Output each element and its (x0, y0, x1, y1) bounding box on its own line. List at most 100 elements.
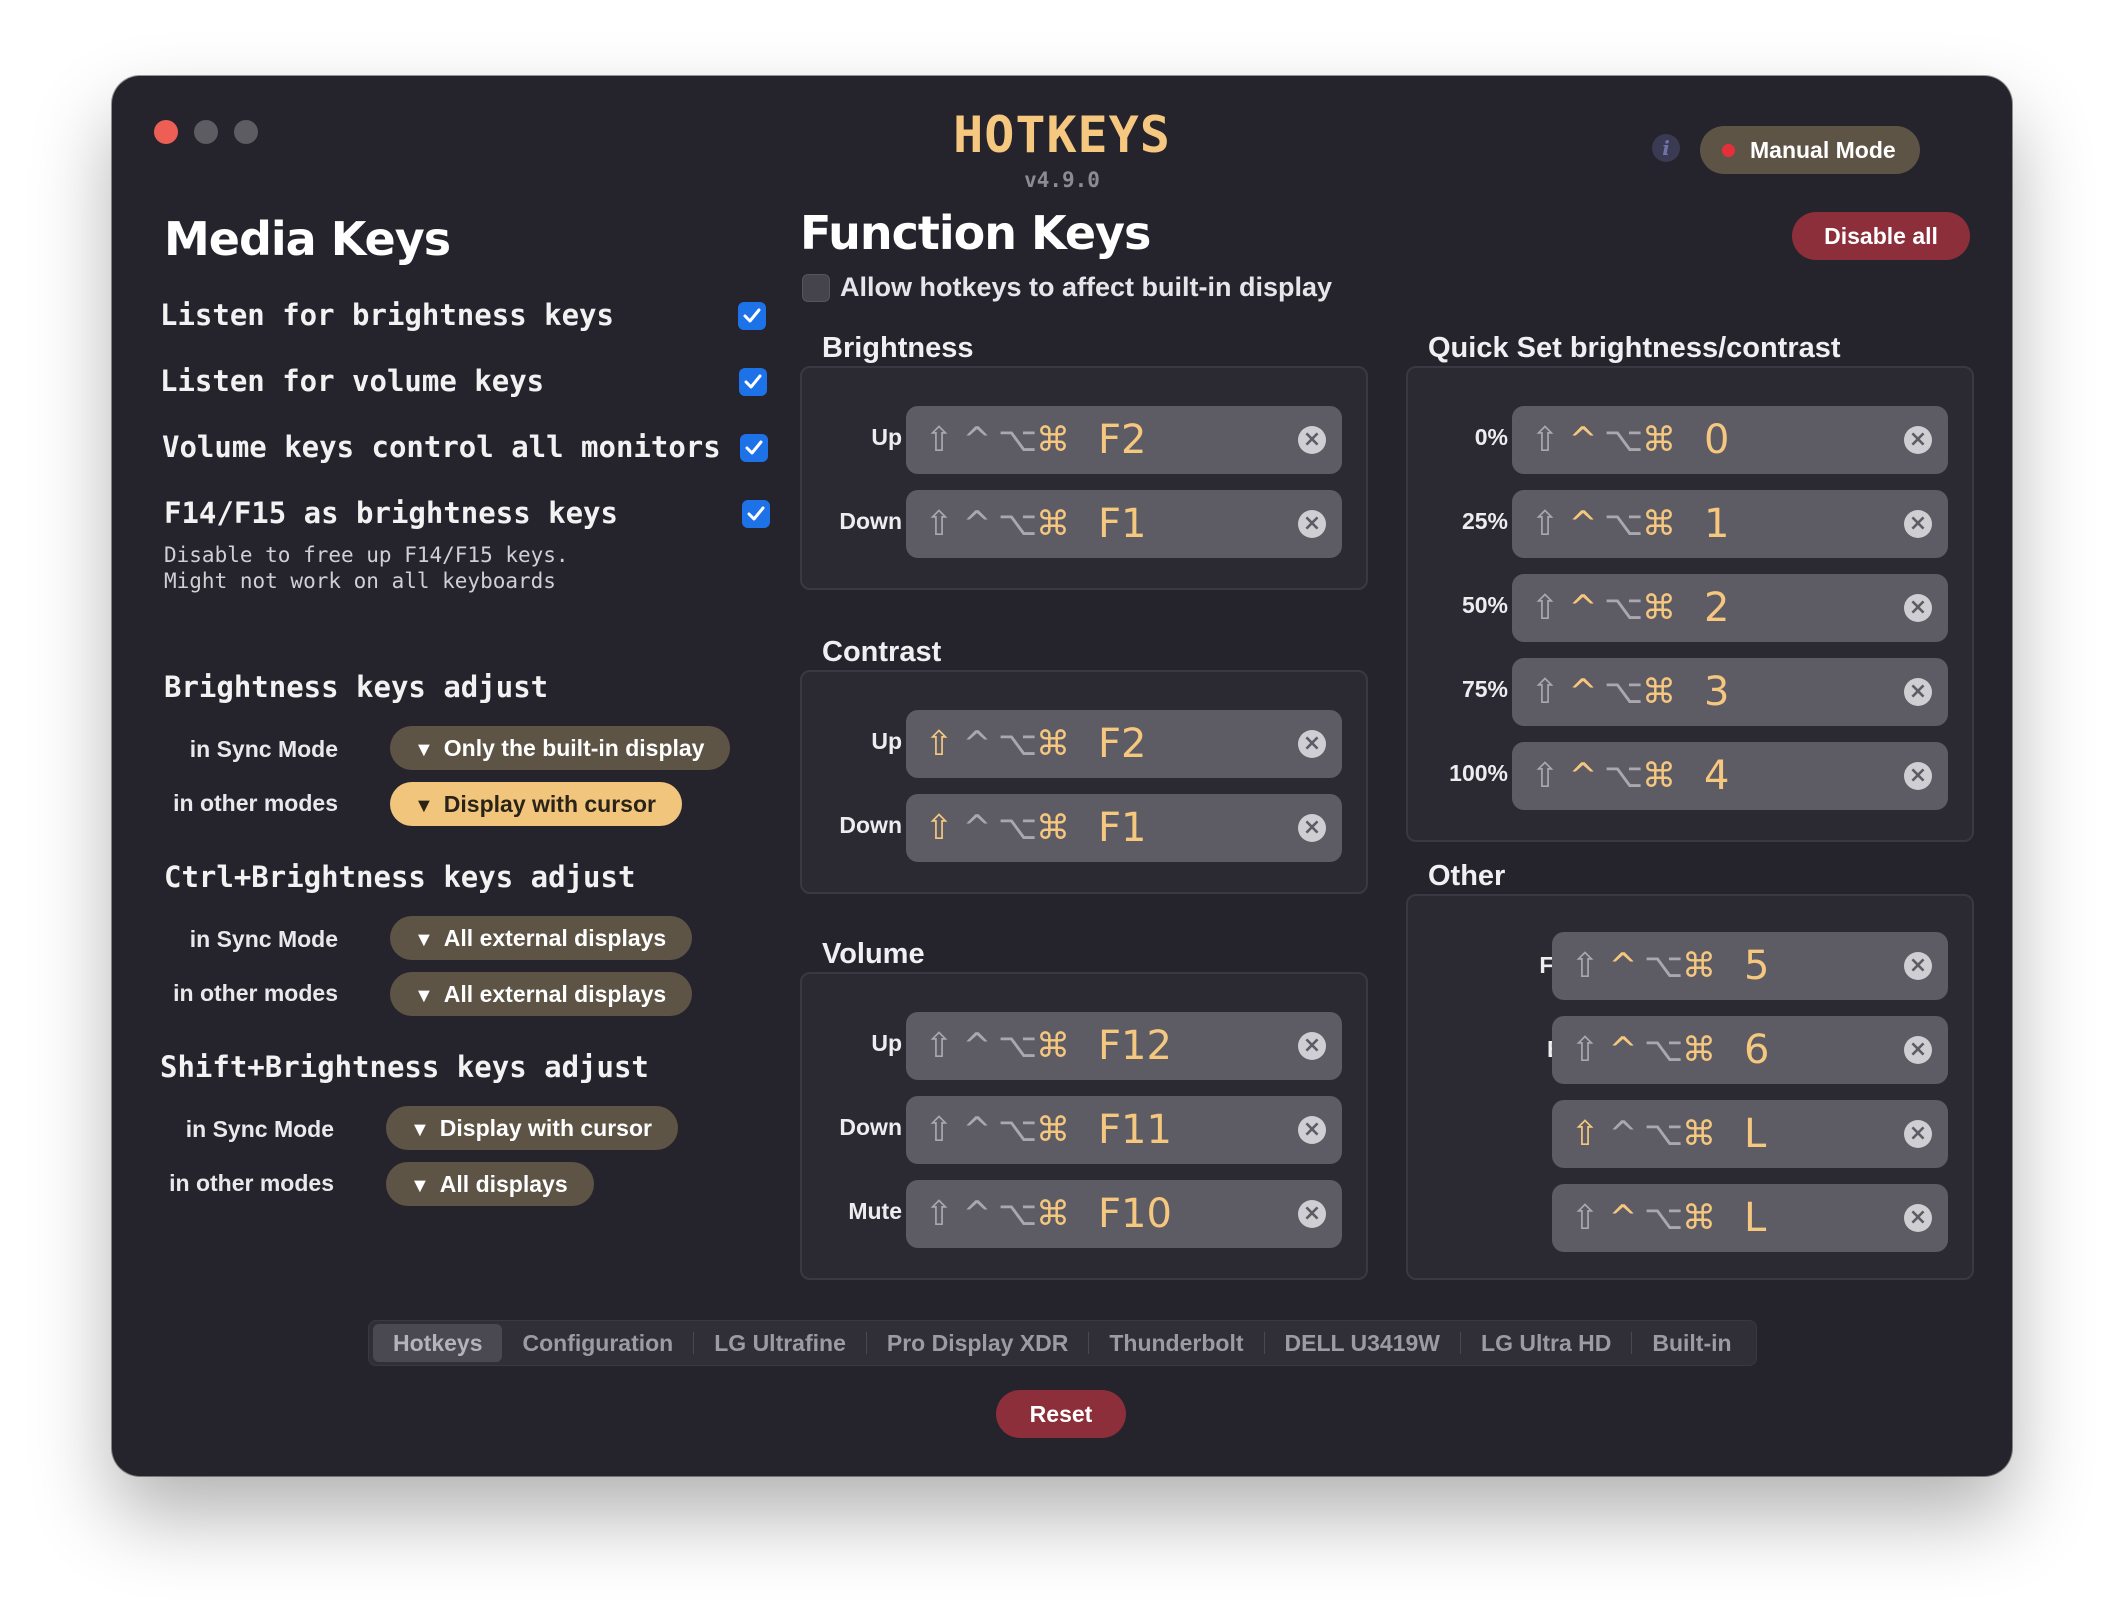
modifier-keys: ⇧ ^ ⌥ ⌘ (1528, 584, 1676, 632)
dropdown-value: All external displays (443, 925, 667, 951)
hotkey-contrast-down[interactable]: ⇧ ^ ⌥ ⌘ F1 × (906, 794, 1342, 862)
option-modifier-icon: ⌥ (1604, 672, 1644, 712)
command-modifier-icon: ⌘ (1036, 420, 1070, 460)
dropdown-arrow-icon: ▼ (414, 795, 434, 817)
tab-lg-ultra-hd[interactable]: LG Ultra HD (1461, 1324, 1631, 1362)
option-modifier-icon: ⌥ (998, 724, 1038, 764)
command-modifier-icon: ⌘ (1036, 724, 1070, 764)
hotkey-brightness-up[interactable]: ⇧ ^ ⌥ ⌘ F2 × (906, 406, 1342, 474)
hotkey-brightness-down[interactable]: ⇧ ^ ⌥ ⌘ F1 × (906, 490, 1342, 558)
ctrl-sync-dropdown[interactable]: ▼ All external displays (390, 916, 693, 960)
clear-hotkey-icon[interactable]: × (1904, 1204, 1932, 1232)
dropdown-value: Display with cursor (439, 1115, 652, 1141)
option-modifier-icon: ⌥ (998, 808, 1038, 848)
checkbox-volume-all-monitors[interactable] (740, 434, 768, 462)
modifier-keys: ⇧ ^ ⌥ ⌘ (1568, 1194, 1716, 1242)
shift-sync-dropdown[interactable]: ▼ Display with cursor (386, 1106, 678, 1150)
clear-hotkey-icon[interactable]: × (1298, 1116, 1326, 1144)
f14-note-line-2: Might not work on all keyboards (164, 569, 556, 593)
clear-hotkey-icon[interactable]: × (1904, 952, 1932, 980)
tab-dell-u3419w[interactable]: DELL U3419W (1265, 1324, 1461, 1362)
clear-hotkey-icon[interactable]: × (1298, 730, 1326, 758)
tab-lg-ultrafine[interactable]: LG Ultrafine (694, 1324, 866, 1362)
mode-status-dot-icon (1722, 144, 1735, 157)
ctrl-modifier-icon: ^ (962, 808, 992, 848)
ctrl-modifier-icon: ^ (1568, 756, 1598, 796)
option-modifier-icon: ⌥ (998, 420, 1038, 460)
checkbox-brightness-keys[interactable] (738, 302, 766, 330)
brightness-other-label: in other modes (173, 790, 338, 816)
shift-modifier-icon: ⇧ (1570, 1114, 1600, 1154)
info-icon[interactable]: i (1652, 134, 1680, 162)
shift-modifier-icon: ⇧ (924, 1026, 954, 1066)
hotkey-facelight[interactable]: ⇧ ^ ⌥ ⌘ 5 × (1552, 932, 1948, 1000)
hotkey-contrast-up[interactable]: ⇧ ^ ⌥ ⌘ F2 × (906, 710, 1342, 778)
ctrl-modifier-icon: ^ (1608, 946, 1638, 986)
hotkey-toggle[interactable]: ⇧ ^ ⌥ ⌘ L × (1552, 1184, 1948, 1252)
hotkey-key: 1 (1704, 501, 1730, 547)
reset-button[interactable]: Reset (996, 1390, 1126, 1438)
hotkey-quick-set-75[interactable]: ⇧ ^ ⌥ ⌘ 3 × (1512, 658, 1948, 726)
hotkey-settings[interactable]: ⇧ ^ ⌥ ⌘ L × (1552, 1100, 1948, 1168)
hotkey-key: F2 (1098, 417, 1147, 463)
hotkey-row-label: Up (871, 1030, 902, 1056)
clear-hotkey-icon[interactable]: × (1904, 1120, 1932, 1148)
shift-modifier-icon: ⇧ (924, 724, 954, 764)
display-tabs: Hotkeys Configuration LG Ultrafine Pro D… (368, 1320, 1757, 1366)
clear-hotkey-icon[interactable]: × (1904, 426, 1932, 454)
quick-set-group-title: Quick Set brightness/contrast (1428, 332, 1841, 364)
ctrl-other-dropdown[interactable]: ▼ All external displays (390, 972, 693, 1016)
clear-hotkey-icon[interactable]: × (1904, 510, 1932, 538)
allow-builtin-label: Allow hotkeys to affect built-in display (840, 272, 1333, 302)
ctrl-modifier-icon: ^ (1568, 504, 1598, 544)
hotkey-quick-set-100[interactable]: ⇧ ^ ⌥ ⌘ 4 × (1512, 742, 1948, 810)
hotkey-blackout[interactable]: ⇧ ^ ⌥ ⌘ 6 × (1552, 1016, 1948, 1084)
clear-hotkey-icon[interactable]: × (1904, 594, 1932, 622)
ctrl-brightness-heading: Ctrl+Brightness keys adjust (164, 860, 636, 894)
tab-thunderbolt[interactable]: Thunderbolt (1089, 1324, 1263, 1362)
hotkey-volume-mute[interactable]: ⇧ ^ ⌥ ⌘ F10 × (906, 1180, 1342, 1248)
option-label-brightness-keys: Listen for brightness keys (160, 298, 614, 332)
tab-built-in[interactable]: Built-in (1632, 1324, 1751, 1362)
hotkey-key: 3 (1704, 669, 1730, 715)
brightness-group-title: Brightness (822, 332, 974, 364)
tab-hotkeys[interactable]: Hotkeys (373, 1324, 503, 1362)
ctrl-sync-label: in Sync Mode (189, 926, 338, 952)
command-modifier-icon: ⌘ (1036, 1194, 1070, 1234)
command-modifier-icon: ⌘ (1682, 1198, 1716, 1238)
clear-hotkey-icon[interactable]: × (1298, 510, 1326, 538)
hotkey-key: 6 (1744, 1027, 1770, 1073)
command-modifier-icon: ⌘ (1036, 808, 1070, 848)
clear-hotkey-icon[interactable]: × (1298, 1032, 1326, 1060)
hotkey-quick-set-50[interactable]: ⇧ ^ ⌥ ⌘ 2 × (1512, 574, 1948, 642)
hotkey-quick-set-25[interactable]: ⇧ ^ ⌥ ⌘ 1 × (1512, 490, 1948, 558)
shift-modifier-icon: ⇧ (924, 1110, 954, 1150)
hotkey-key: F11 (1098, 1107, 1172, 1153)
hotkey-volume-down[interactable]: ⇧ ^ ⌥ ⌘ F11 × (906, 1096, 1342, 1164)
brightness-sync-label: in Sync Mode (189, 736, 338, 762)
hotkey-volume-up[interactable]: ⇧ ^ ⌥ ⌘ F12 × (906, 1012, 1342, 1080)
other-group-title: Other (1428, 860, 1506, 892)
clear-hotkey-icon[interactable]: × (1298, 1200, 1326, 1228)
shift-other-dropdown[interactable]: ▼ All displays (386, 1162, 594, 1206)
manual-mode-button[interactable]: Manual Mode (1700, 126, 1920, 174)
clear-hotkey-icon[interactable]: × (1298, 426, 1326, 454)
hotkey-row-label: 75% (1461, 676, 1508, 702)
clear-hotkey-icon[interactable]: × (1298, 814, 1326, 842)
hotkey-quick-set-0[interactable]: ⇧ ^ ⌥ ⌘ 0 × (1512, 406, 1948, 474)
checkbox-allow-builtin[interactable] (802, 274, 830, 302)
ctrl-modifier-icon: ^ (962, 504, 992, 544)
clear-hotkey-icon[interactable]: × (1904, 762, 1932, 790)
brightness-sync-dropdown[interactable]: ▼ Only the built-in display (390, 726, 731, 770)
tab-configuration[interactable]: Configuration (502, 1324, 693, 1362)
command-modifier-icon: ⌘ (1642, 756, 1676, 796)
clear-hotkey-icon[interactable]: × (1904, 1036, 1932, 1064)
shift-other-label: in other modes (169, 1170, 334, 1196)
tab-pro-display-xdr[interactable]: Pro Display XDR (867, 1324, 1089, 1362)
disable-all-button[interactable]: Disable all (1792, 212, 1970, 260)
hotkey-row-label: Mute (848, 1198, 902, 1224)
checkbox-f14-f15[interactable] (742, 500, 770, 528)
brightness-other-dropdown[interactable]: ▼ Display with cursor (390, 782, 682, 826)
clear-hotkey-icon[interactable]: × (1904, 678, 1932, 706)
checkbox-volume-keys[interactable] (739, 368, 767, 396)
